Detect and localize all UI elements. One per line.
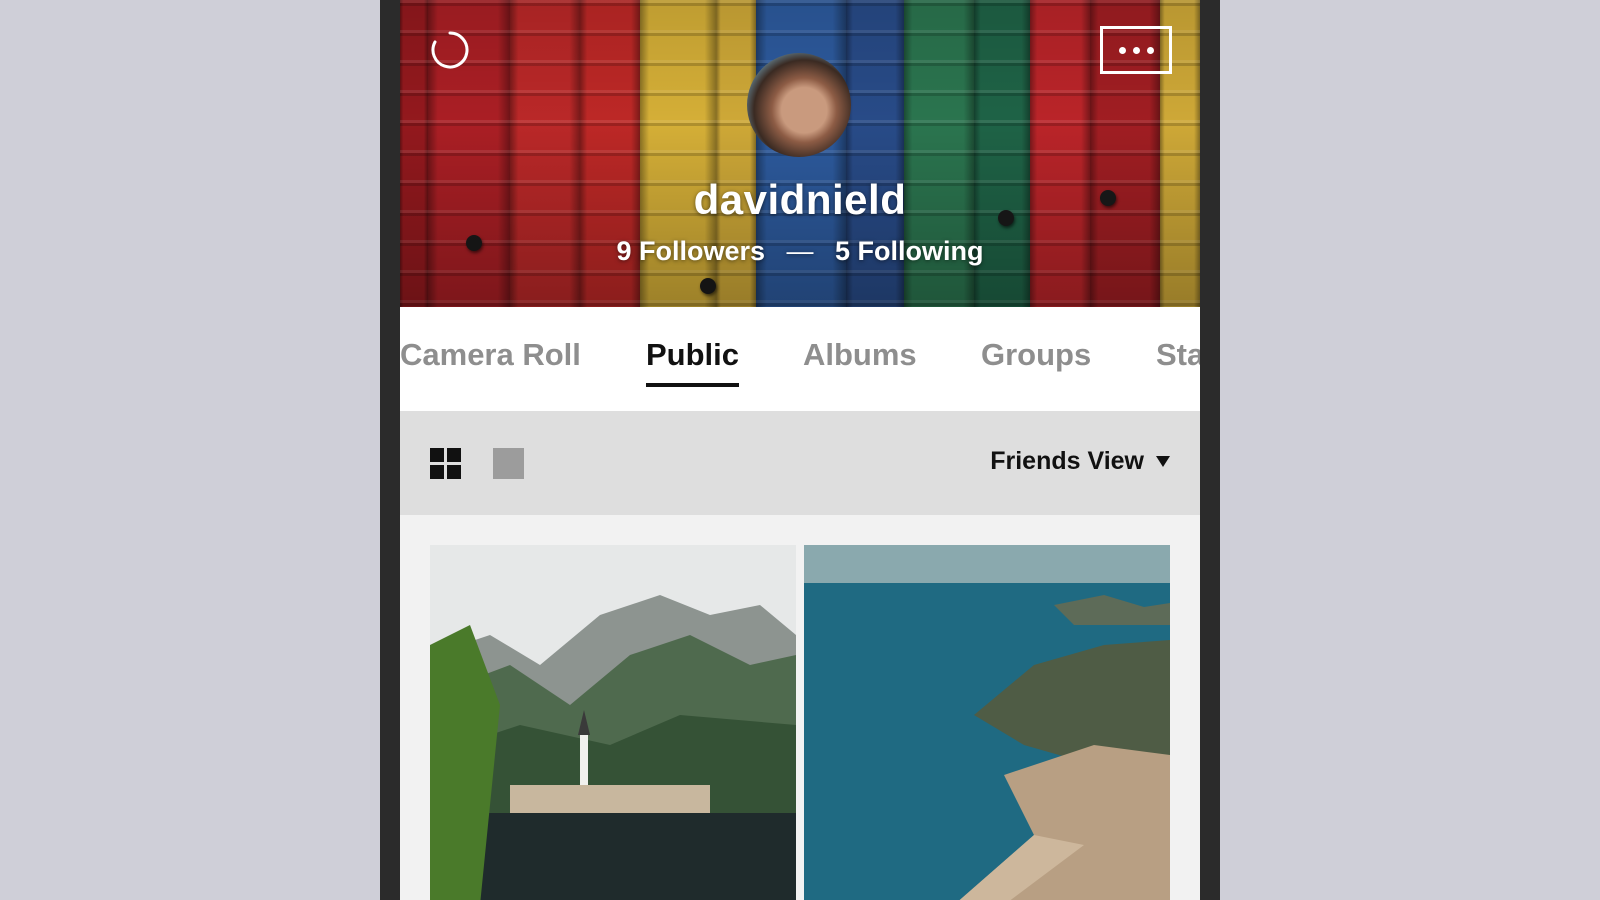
followers-link[interactable]: 9 Followers xyxy=(616,236,765,266)
view-select-dropdown[interactable]: Friends View xyxy=(990,447,1170,476)
more-button[interactable] xyxy=(1100,26,1172,74)
photo-thumbnail[interactable] xyxy=(430,545,796,900)
mountain-lake-image xyxy=(430,545,796,900)
tab-camera-roll[interactable]: Camera Roll xyxy=(400,337,581,373)
grid-view-icon[interactable] xyxy=(430,448,461,479)
tab-albums[interactable]: Albums xyxy=(803,337,917,373)
more-dots-icon xyxy=(1118,46,1126,54)
cover-photo: davidnield 9 Followers — 5 Following xyxy=(400,0,1200,307)
view-select-label: Friends View xyxy=(990,447,1144,475)
follow-stats: 9 Followers — 5 Following xyxy=(400,236,1200,267)
photo-grid xyxy=(400,515,1200,900)
avatar[interactable] xyxy=(747,53,851,157)
coastline-image xyxy=(804,545,1170,900)
photo-thumbnail[interactable] xyxy=(804,545,1170,900)
username: davidnield xyxy=(693,176,907,223)
tab-public[interactable]: Public xyxy=(646,337,740,387)
tab-stats[interactable]: Sta xyxy=(1156,337,1200,373)
loading-spinner-icon xyxy=(431,31,469,69)
caret-down-icon xyxy=(1156,456,1170,467)
following-link[interactable]: 5 Following xyxy=(835,236,984,266)
single-view-icon[interactable] xyxy=(493,448,524,479)
profile-screen: davidnield 9 Followers — 5 Following Cam… xyxy=(400,0,1200,900)
tab-groups[interactable]: Groups xyxy=(981,337,1091,373)
profile-tabs: Camera Roll Public Albums Groups Sta xyxy=(400,307,1200,411)
view-toolbar: Friends View xyxy=(400,411,1200,515)
stats-separator: — xyxy=(786,236,814,266)
